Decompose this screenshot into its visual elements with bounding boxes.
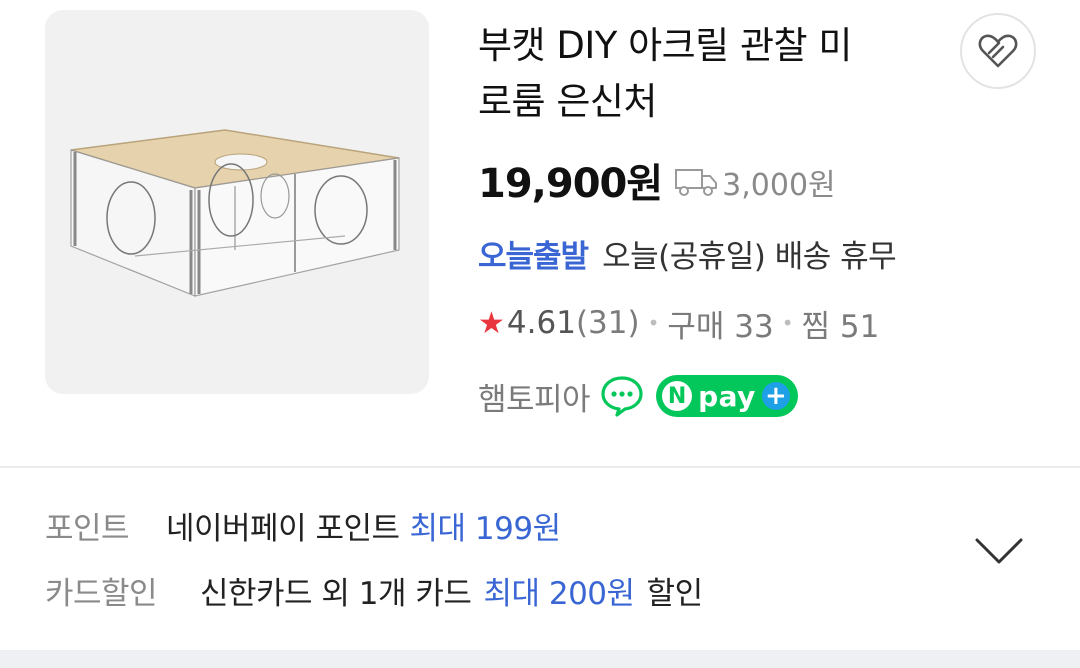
point-highlight: 최대 199원: [409, 510, 562, 547]
price-row: 19,900원 3,000원: [478, 150, 836, 210]
card-suffix: 할인: [646, 575, 704, 612]
product-title-line1: 부캣 DIY 아크릴 관찰 미: [478, 24, 852, 67]
delivery-row: 오늘출발 오늘(공휴일) 배송 휴무: [478, 228, 897, 278]
star-icon: ★: [478, 305, 505, 341]
heart-outline-icon: [978, 34, 1018, 68]
seller-name[interactable]: 햄토피아: [478, 374, 591, 419]
talk-chat-icon[interactable]: [600, 374, 644, 418]
point-text: 네이버페이 포인트: [166, 510, 400, 547]
wish-count: 찜 51: [801, 308, 880, 345]
section-gap: [0, 650, 1080, 668]
separator-dot: •: [647, 311, 660, 335]
review-count: (31): [575, 305, 640, 341]
plus-icon: +: [761, 382, 790, 410]
point-label: 포인트: [45, 510, 130, 547]
npay-label: pay: [698, 379, 756, 413]
point-benefit-row[interactable]: 포인트 네이버페이 포인트 최대 199원: [45, 500, 561, 550]
truck-icon: [675, 169, 718, 196]
section-divider: [0, 466, 1080, 468]
chevron-down-icon[interactable]: [974, 536, 1024, 566]
card-discount-label: 카드할인: [45, 575, 158, 612]
product-stats[interactable]: ★ 4.61 (31) • 구매 33 • 찜 51: [478, 298, 879, 348]
product-title-line2: 로룸 은신처: [478, 80, 657, 123]
wishlist-button[interactable]: [960, 13, 1036, 89]
acrylic-box-illustration: [70, 129, 400, 297]
purchase-count: 구매 33: [667, 308, 774, 345]
card-text: 신한카드 외 1개 카드: [200, 575, 472, 612]
npay-plus-badge: N pay +: [656, 375, 798, 417]
seller-row: 햄토피아 N pay +: [478, 368, 798, 424]
product-title[interactable]: 부캣 DIY 아크릴 관찰 미 로룸 은신처: [478, 18, 938, 130]
card-benefit-row[interactable]: 카드할인 신한카드 외 1개 카드 최대 200원 할인: [45, 565, 703, 615]
product-image[interactable]: [45, 10, 429, 394]
card-highlight: 최대 200원: [483, 575, 635, 612]
npay-logo-icon: N: [662, 381, 693, 411]
delivery-notice: 오늘(공휴일) 배송 휴무: [602, 238, 897, 275]
shipping-fee: 3,000원: [722, 168, 836, 203]
rating-value: 4.61: [506, 305, 576, 341]
separator-dot: •: [781, 311, 794, 335]
today-shipping-badge: 오늘출발: [478, 238, 589, 275]
product-price: 19,900원: [478, 161, 663, 207]
